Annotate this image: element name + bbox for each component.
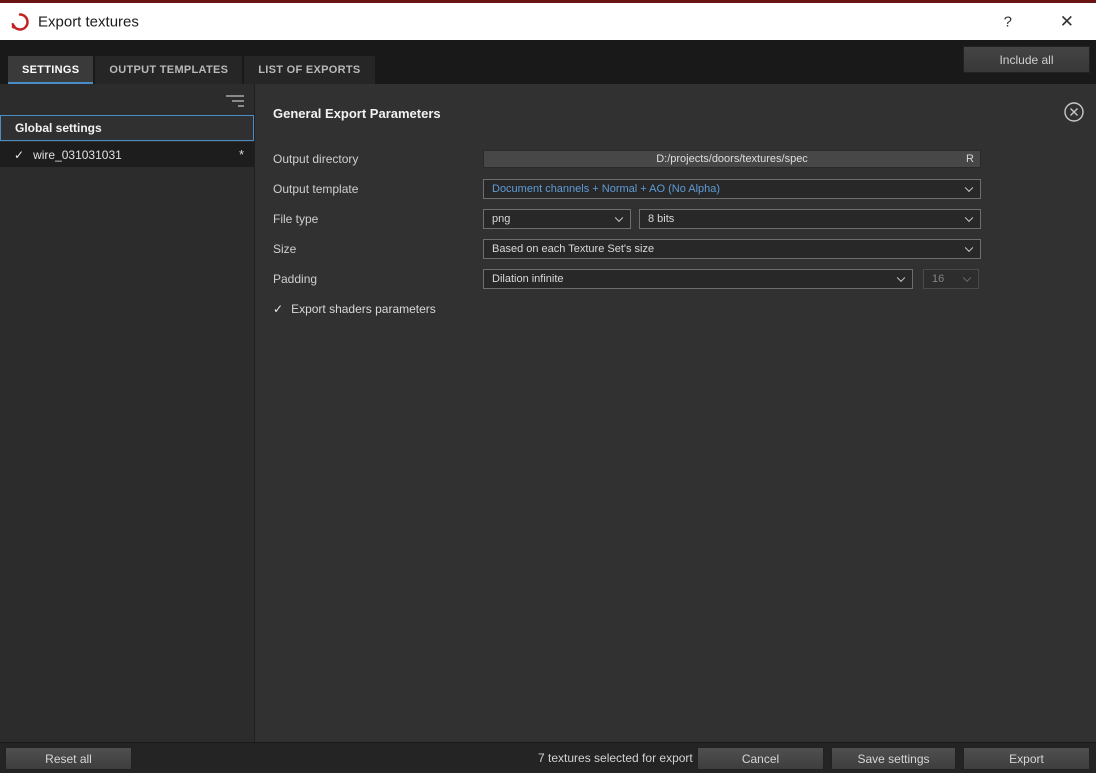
tab-bar: SETTINGS OUTPUT TEMPLATES LIST OF EXPORT… <box>0 40 1096 84</box>
parameter-rows: Output directory D:/projects/doors/textu… <box>273 144 1096 324</box>
chevron-down-icon <box>962 273 972 283</box>
save-settings-button[interactable]: Save settings <box>831 747 956 770</box>
sidebar-item-label: wire_031031031 <box>33 147 122 162</box>
modified-indicator: * <box>238 147 244 162</box>
close-circle-icon[interactable] <box>1062 100 1086 124</box>
include-all-button[interactable]: Include all <box>963 46 1090 73</box>
chevron-down-icon <box>964 213 974 223</box>
window-title: Export textures <box>38 13 139 30</box>
export-shaders-checkbox[interactable]: ✓ <box>273 302 283 316</box>
bit-depth-value: 8 bits <box>648 213 675 225</box>
export-shaders-label: Export shaders parameters <box>291 302 436 316</box>
export-shaders-row: ✓ Export shaders parameters <box>273 294 1096 324</box>
export-parameters-panel: General Export Parameters Output directo… <box>256 84 1096 742</box>
output-template-row: Output template Document channels + Norm… <box>273 174 1096 204</box>
file-type-label: File type <box>273 212 319 226</box>
file-type-row: File type png 8 bits <box>273 204 1096 234</box>
output-template-value: Document channels + Normal + AO (No Alph… <box>492 183 721 195</box>
padding-label: Padding <box>273 272 318 286</box>
padding-pixels-value: 16 <box>932 273 945 285</box>
export-textures-dialog: Export textures ? ✕ SETTINGS OUTPUT TEMP… <box>0 0 1096 773</box>
padding-pixels-select: 16 <box>923 269 979 289</box>
size-select[interactable]: Based on each Texture Set's size <box>483 239 981 259</box>
chevron-down-icon <box>614 213 624 223</box>
sidebar-item-global-settings[interactable]: Global settings <box>0 115 254 141</box>
substance-painter-logo-icon <box>10 12 30 32</box>
texture-set-checkbox[interactable]: ✓ <box>14 148 24 162</box>
size-row: Size Based on each Texture Set's size <box>273 234 1096 264</box>
sidebar-item-label: Global settings <box>15 121 102 135</box>
output-template-select[interactable]: Document channels + Normal + AO (No Alph… <box>483 179 981 199</box>
reset-directory-button[interactable]: R <box>966 153 974 165</box>
help-button[interactable]: ? <box>998 11 1018 32</box>
sidebar-item-texture-set[interactable]: ✓ wire_031031031 * <box>0 142 254 167</box>
padding-row: Padding Dilation infinite 16 <box>273 264 1096 294</box>
panel-title: General Export Parameters <box>273 106 441 121</box>
tab-strip: SETTINGS OUTPUT TEMPLATES LIST OF EXPORT… <box>8 56 375 84</box>
tab-output-templates[interactable]: OUTPUT TEMPLATES <box>95 56 243 84</box>
tab-settings[interactable]: SETTINGS <box>8 56 94 84</box>
padding-value: Dilation infinite <box>492 273 564 285</box>
output-directory-label: Output directory <box>273 152 359 166</box>
file-format-value: png <box>492 213 511 225</box>
tab-list-of-exports[interactable]: LIST OF EXPORTS <box>244 56 375 84</box>
chevron-down-icon <box>964 243 974 253</box>
export-status-text: 7 textures selected for export <box>538 751 693 765</box>
padding-select[interactable]: Dilation infinite <box>483 269 913 289</box>
close-button[interactable]: ✕ <box>1054 10 1080 34</box>
bit-depth-select[interactable]: 8 bits <box>639 209 981 229</box>
output-directory-row: Output directory D:/projects/doors/textu… <box>273 144 1096 174</box>
chevron-down-icon <box>964 183 974 193</box>
sidebar: Global settings ✓ wire_031031031 * <box>0 84 255 742</box>
chevron-down-icon <box>896 273 906 283</box>
filter-icon[interactable] <box>224 92 244 108</box>
size-label: Size <box>273 242 297 256</box>
file-format-select[interactable]: png <box>483 209 631 229</box>
output-directory-input[interactable]: D:/projects/doors/textures/spec R <box>483 150 981 168</box>
output-directory-value: D:/projects/doors/textures/spec <box>656 153 808 165</box>
reset-all-button[interactable]: Reset all <box>5 747 132 770</box>
export-button[interactable]: Export <box>963 747 1090 770</box>
cancel-button[interactable]: Cancel <box>697 747 824 770</box>
output-template-label: Output template <box>273 182 359 196</box>
size-value: Based on each Texture Set's size <box>492 243 655 255</box>
titlebar: Export textures ? ✕ <box>0 3 1096 40</box>
footer-bar: Reset all 7 textures selected for export… <box>0 742 1096 773</box>
